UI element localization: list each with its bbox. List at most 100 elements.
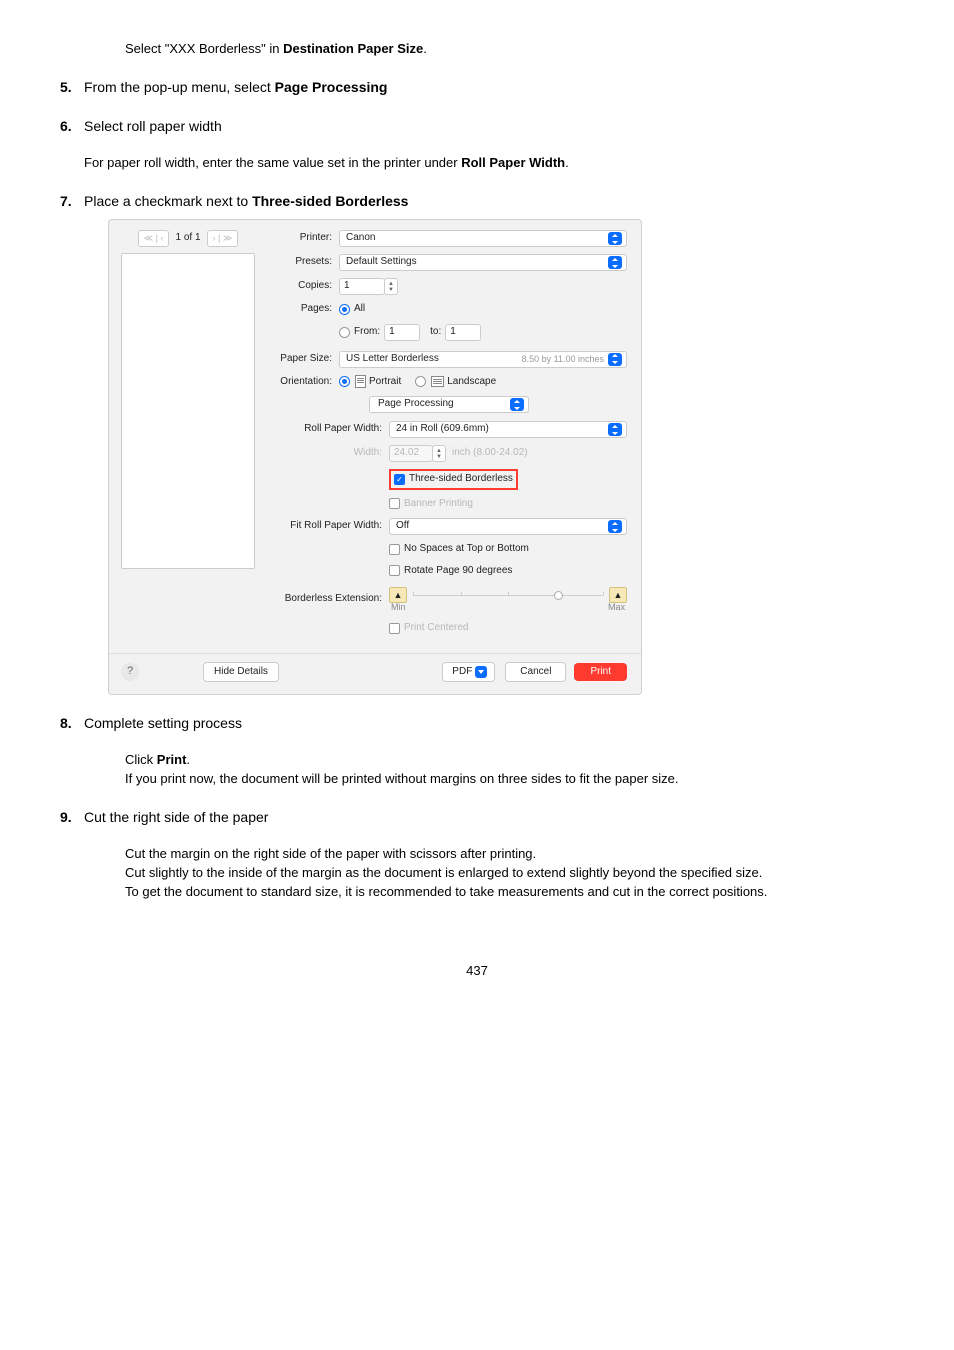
input-value: 1	[389, 325, 395, 340]
step-8: 8. Complete setting process	[60, 713, 894, 733]
bold: Roll Paper Width	[461, 155, 565, 170]
presets-select[interactable]: Default Settings	[339, 254, 627, 271]
step-number: 7.	[60, 191, 84, 695]
fit-roll-label: Fit Roll Paper Width:	[271, 519, 389, 534]
rotate90-checkbox[interactable]	[389, 565, 400, 576]
step-6: 6. Select roll paper width	[60, 116, 894, 136]
orientation-portrait-radio[interactable]	[339, 376, 350, 387]
from-label: From:	[354, 325, 380, 340]
borderless-ext-label: Borderless Extension:	[271, 592, 389, 607]
bold: Page Processing	[275, 79, 388, 95]
text: .	[423, 41, 427, 56]
text: From the pop-up menu, select	[84, 79, 275, 95]
to-label: to:	[430, 325, 441, 340]
to-input[interactable]: 1	[445, 324, 481, 341]
rotate90-label: Rotate Page 90 degrees	[404, 564, 512, 579]
width-unit: inch (8.00-24.02)	[452, 446, 528, 461]
from-input[interactable]: 1	[384, 324, 420, 341]
borderless-slider[interactable]	[413, 588, 603, 602]
portrait-label: Portrait	[369, 375, 401, 390]
pdf-button[interactable]: PDF	[442, 662, 495, 683]
input-value: 1	[344, 279, 350, 294]
preview-column: ≪ | ‹ 1 of 1 › | ≫	[121, 230, 255, 643]
presets-label: Presets:	[271, 255, 339, 270]
roll-width-select[interactable]: 24 in Roll (609.6mm)	[389, 421, 627, 438]
pages-label: Pages:	[271, 302, 339, 317]
bold: Destination Paper Size	[283, 41, 423, 56]
select-value: Default Settings	[346, 255, 608, 270]
bold: Three-sided Borderless	[252, 193, 408, 209]
copies-stepper[interactable]: ▲▼	[384, 278, 398, 295]
step-number: 9.	[60, 807, 84, 827]
text: To get the document to standard size, it…	[125, 883, 894, 902]
help-button[interactable]: ?	[121, 663, 139, 681]
min-label: Min	[391, 601, 406, 614]
width-stepper: ▲▼	[432, 445, 446, 462]
print-dialog: ≪ | ‹ 1 of 1 › | ≫ Printer: Canon	[108, 219, 642, 695]
cancel-button[interactable]: Cancel	[505, 662, 566, 683]
chevron-down-icon	[475, 666, 487, 678]
select-value: Canon	[346, 231, 608, 246]
three-sided-checkbox[interactable]	[394, 474, 405, 485]
copies-input[interactable]: 1	[339, 278, 385, 295]
print-button[interactable]: Print	[574, 663, 627, 682]
hide-details-button[interactable]: Hide Details	[203, 662, 279, 683]
printer-select[interactable]: Canon	[339, 230, 627, 247]
select-value: Page Processing	[378, 397, 510, 412]
orientation-landscape-radio[interactable]	[415, 376, 426, 387]
page-indicator: 1 of 1	[175, 231, 200, 246]
printer-label: Printer:	[271, 231, 339, 246]
no-spaces-label: No Spaces at Top or Bottom	[404, 542, 529, 557]
landscape-icon	[431, 376, 444, 387]
step4-substep: Select "XXX Borderless" in Destination P…	[125, 40, 894, 59]
step-title: Complete setting process	[84, 713, 894, 733]
slider-thumb[interactable]	[554, 591, 563, 600]
print-centered-checkbox	[389, 623, 400, 634]
page-last-button[interactable]: › | ≫	[207, 230, 239, 247]
page-number: 437	[60, 962, 894, 981]
updown-icon	[608, 423, 622, 436]
step-title: Cut the right side of the paper	[84, 807, 894, 827]
select-value: 24 in Roll (609.6mm)	[396, 422, 608, 437]
step-title: Select roll paper width	[84, 116, 894, 136]
updown-icon	[510, 398, 524, 411]
updown-icon	[608, 353, 622, 366]
text: Cut the margin on the right side of the …	[125, 845, 894, 864]
dialog-footer: ? Hide Details PDF Cancel Print	[109, 653, 641, 695]
fit-roll-select[interactable]: Off	[389, 518, 627, 535]
pages-all-radio[interactable]	[339, 304, 350, 315]
step-number: 5.	[60, 77, 84, 98]
print-centered-label: Print Centered	[404, 621, 468, 636]
page-first-button[interactable]: ≪ | ‹	[138, 230, 170, 247]
text: .	[186, 752, 190, 767]
step-5: 5. From the pop-up menu, select Page Pro…	[60, 77, 894, 98]
pages-from-radio[interactable]	[339, 327, 350, 338]
text: Click	[125, 752, 157, 767]
banner-checkbox	[389, 498, 400, 509]
text: Cut slightly to the inside of the margin…	[125, 864, 894, 883]
section-select[interactable]: Page Processing	[369, 396, 529, 413]
updown-icon	[608, 520, 622, 533]
paper-size-select[interactable]: US Letter Borderless 8.50 by 11.00 inche…	[339, 351, 627, 368]
max-label: Max	[608, 601, 625, 614]
copies-label: Copies:	[271, 279, 339, 294]
form-column: Printer: Canon Presets: Default Settings	[271, 230, 627, 643]
portrait-icon	[355, 375, 366, 388]
width-input: 24.02	[389, 445, 433, 462]
step-number: 8.	[60, 713, 84, 733]
orientation-label: Orientation:	[271, 375, 339, 390]
landscape-label: Landscape	[447, 375, 496, 390]
no-spaces-checkbox[interactable]	[389, 544, 400, 555]
step-9: 9. Cut the right side of the paper	[60, 807, 894, 827]
banner-label: Banner Printing	[404, 497, 473, 512]
step-7: 7. Place a checkmark next to Three-sided…	[60, 191, 894, 695]
input-value: 1	[450, 325, 456, 340]
width-label: Width:	[271, 446, 389, 461]
pdf-label: PDF	[452, 665, 472, 680]
select-value: US Letter Borderless	[346, 352, 522, 367]
text: Place a checkmark next to	[84, 193, 252, 209]
step-8-sub: Click Print. If you print now, the docum…	[125, 751, 894, 789]
select-sub: 8.50 by 11.00 inches	[522, 353, 604, 366]
select-value: Off	[396, 519, 608, 534]
text: .	[565, 155, 569, 170]
